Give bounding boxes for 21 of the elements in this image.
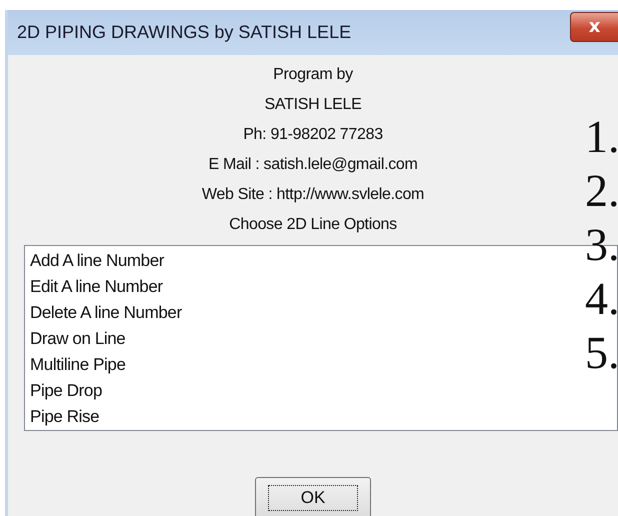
info-text: SATISH LELE xyxy=(264,95,362,115)
number-label: 4. xyxy=(585,272,618,326)
list-item[interactable]: Pipe Drop xyxy=(30,378,102,404)
info-text: Ph: 91-98202 77283 xyxy=(243,125,383,145)
list-item[interactable]: Multiline Pipe xyxy=(30,352,126,378)
list-item[interactable]: Edit A line Number xyxy=(30,274,163,300)
info-text: Program by xyxy=(273,65,353,85)
list-item[interactable]: Pipe Rise xyxy=(30,404,100,430)
list-item[interactable]: Delete A line Number xyxy=(30,300,182,326)
number-label: 2. xyxy=(585,164,618,218)
number-label: 1. xyxy=(585,110,618,164)
info-text: E Mail : satish.lele@gmail.com xyxy=(208,155,418,175)
number-label: 3. xyxy=(585,218,618,272)
info-text: Choose 2D Line Options xyxy=(229,215,397,235)
window-title: 2D PIPING DRAWINGS by SATISH LELE xyxy=(17,22,352,43)
list-item[interactable]: Add A line Number xyxy=(30,248,164,274)
info-text: Web Site : http://www.svlele.com xyxy=(202,185,424,205)
number-label: 5. xyxy=(585,326,618,380)
ok-button[interactable]: OK xyxy=(255,477,371,516)
list-item[interactable]: Draw on Line xyxy=(30,326,126,352)
close-button[interactable]: x xyxy=(570,12,618,42)
